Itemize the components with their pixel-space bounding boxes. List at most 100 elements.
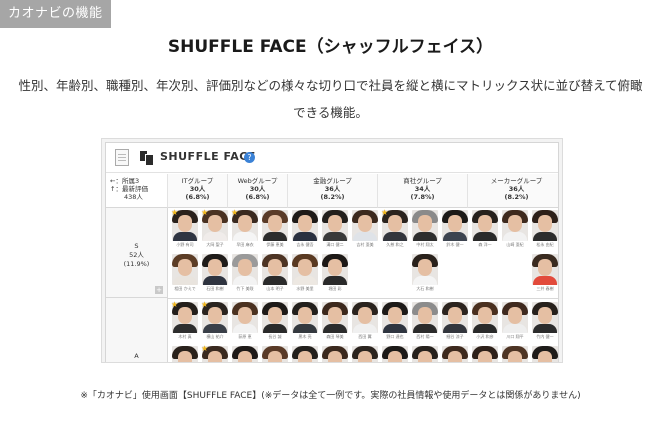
column-header-maker[interactable]: メーカーグループ 36人 (8.2%) (468, 174, 558, 208)
column-header-web[interactable]: Webグループ 30人 (6.8%) (228, 174, 288, 208)
employee-photo (502, 346, 528, 362)
employee-face-card[interactable]: 山本 明子 (260, 254, 290, 294)
employee-face-card[interactable]: 中村 翔太 (410, 210, 440, 250)
employee-face-card[interactable]: 森 洋一 (470, 210, 500, 250)
employee-face-card[interactable]: 竹下 美咲 (230, 254, 260, 294)
star-icon: ★ (201, 300, 209, 309)
column-count: 30人 (189, 185, 206, 193)
employee-face-card[interactable]: 黒木 亮 (290, 302, 320, 342)
employee-face-card[interactable] (230, 346, 260, 362)
employee-face-card[interactable] (260, 346, 290, 362)
star-icon: ★ (171, 300, 179, 309)
row-header-a[interactable]: A (106, 298, 168, 362)
employee-face-card[interactable] (350, 346, 380, 362)
employee-face-card[interactable]: 荻原 恵 (230, 302, 260, 342)
employee-name: 溝口 健二 (326, 242, 344, 247)
employee-photo (352, 302, 378, 333)
column-name: メーカーグループ (490, 177, 543, 185)
employee-photo (412, 254, 438, 285)
employee-face-card[interactable] (320, 346, 350, 362)
column-name: ITグループ (181, 177, 214, 185)
expand-row-button[interactable]: + (155, 286, 163, 294)
employee-name: 大石 和樹 (416, 286, 434, 291)
employee-name: 西村 陽一 (416, 334, 434, 339)
employee-face-card[interactable]: ★ 横山 祐介 (200, 300, 230, 342)
employee-face-card[interactable]: 山崎 亜紀 (500, 210, 530, 250)
employee-face-card[interactable]: 森田 琴美 (320, 302, 350, 342)
employee-face-card[interactable]: ★ (200, 344, 230, 362)
employee-face-card[interactable]: 相田 かえで (170, 254, 200, 294)
employee-face-card[interactable]: 長谷 誠 (260, 302, 290, 342)
document-icon[interactable] (115, 149, 129, 166)
employee-face-card[interactable]: 松永 由紀 (530, 210, 558, 250)
row-grade: A (134, 352, 139, 360)
employee-face-card[interactable]: 吉村 亜美 (350, 210, 380, 250)
employee-face-card[interactable]: ★ 大岡 聖子 (200, 209, 230, 250)
star-icon: ★ (201, 344, 209, 353)
employee-photo (442, 210, 468, 241)
employee-face-card[interactable]: 細谷 涼子 (440, 302, 470, 342)
column-count: 34人 (414, 185, 431, 193)
employee-face-card[interactable]: 吉永 健吾 (290, 210, 320, 250)
row-header-s[interactable]: S 52人 (11.9%) + (106, 208, 168, 298)
employee-face-card[interactable]: 溝口 健二 (320, 210, 350, 250)
employee-photo (502, 302, 528, 333)
employee-name: 川口 翔平 (506, 334, 524, 339)
employee-face-card[interactable] (500, 346, 530, 362)
employee-face-card[interactable] (170, 346, 200, 362)
employee-name: 松永 由紀 (536, 242, 554, 247)
employee-face-card[interactable]: 堀田 彩 (320, 254, 350, 294)
employee-face-card[interactable]: ★ 木村 真 (170, 300, 200, 342)
row-divider (168, 298, 558, 299)
employee-face-card[interactable]: 石田 和樹 (200, 254, 230, 294)
employee-photo (442, 302, 468, 333)
employee-name: 竹下 美咲 (236, 286, 254, 291)
column-name: Webグループ (237, 177, 278, 185)
employee-face-card[interactable] (470, 346, 500, 362)
column-pct: (6.8%) (245, 193, 270, 201)
employee-name: 吉永 健吾 (296, 242, 314, 247)
column-header-finance[interactable]: 金融グループ 36人 (8.2%) (288, 174, 378, 208)
star-icon: ★ (381, 208, 389, 217)
employee-face-card[interactable]: 竹内 健一 (530, 302, 558, 342)
row-pct: (11.9%) (123, 260, 150, 268)
employee-face-card[interactable]: 川口 翔平 (500, 302, 530, 342)
employee-face-card[interactable] (530, 346, 558, 362)
employee-photo (262, 346, 288, 362)
row-grade: S (134, 242, 139, 250)
employee-face-card[interactable]: 西村 陽一 (410, 302, 440, 342)
employee-name: 中村 翔太 (416, 242, 434, 247)
feature-headline: SHUFFLE FACE（シャッフルフェイス） (167, 37, 494, 57)
employee-face-card[interactable]: 大石 和樹 (410, 254, 440, 294)
employee-face-card[interactable]: 西田 翼 (350, 302, 380, 342)
column-header-trading[interactable]: 商社グループ 34人 (7.8%) (378, 174, 468, 208)
employee-face-card[interactable]: 小沢 和彦 (470, 302, 500, 342)
employee-photo (502, 210, 528, 241)
employee-face-card[interactable]: 伊藤 恵美 (260, 210, 290, 250)
employee-photo (322, 302, 348, 333)
employee-face-card[interactable] (290, 346, 320, 362)
employee-face-card[interactable]: 水野 美里 (290, 254, 320, 294)
employee-photo (172, 254, 198, 285)
employee-photo (202, 254, 228, 285)
employee-photo (232, 346, 258, 362)
employee-face-card[interactable]: ★ 久慈 和之 (380, 208, 410, 250)
employee-face-card[interactable] (440, 346, 470, 362)
employee-photo (322, 254, 348, 285)
employee-face-card[interactable]: ★ 小野 有司 (170, 209, 200, 250)
x-axis-legend: ←：所属3 (110, 177, 140, 185)
employee-photo (532, 210, 558, 241)
employee-photo (322, 346, 348, 362)
employee-face-card[interactable]: 野口 達也 (380, 302, 410, 342)
employee-face-card[interactable] (410, 346, 440, 362)
employee-photo (262, 210, 288, 241)
employee-name: 伊藤 恵美 (266, 242, 284, 247)
employee-face-card[interactable] (380, 346, 410, 362)
employee-face-card[interactable]: 三井 春樹 (530, 254, 558, 294)
employee-name: 森 洋一 (478, 242, 492, 247)
description-line-1: 性別、年齢別、職種別、年次別、評価別などの様々な切り口で社員を縦と横にマトリック… (18, 78, 643, 93)
column-header-it[interactable]: ITグループ 30人 (6.8%) (168, 174, 228, 208)
employee-face-card[interactable]: 鈴木 健一 (440, 210, 470, 250)
help-icon[interactable]: ? (244, 152, 255, 163)
employee-face-card[interactable]: ★ 早田 麻衣 (230, 209, 260, 250)
